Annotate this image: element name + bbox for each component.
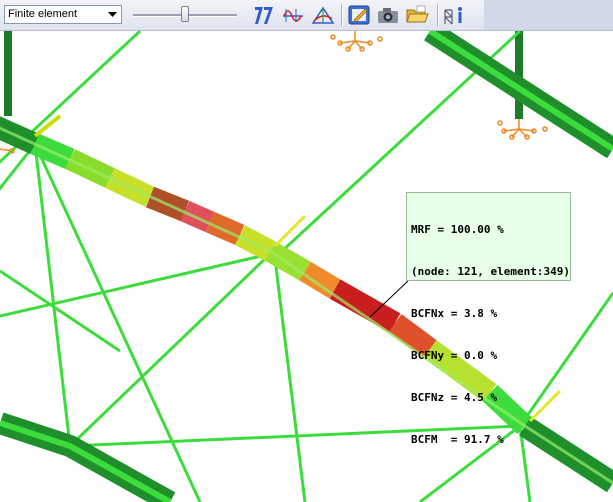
chevron-down-icon[interactable] bbox=[105, 7, 120, 22]
bracing-member[interactable] bbox=[273, 214, 307, 248]
deformation-button[interactable] bbox=[311, 3, 335, 27]
view-mode-select[interactable]: Finite element bbox=[4, 5, 122, 24]
tooltip-node-element: (node: 121, element:349) bbox=[411, 265, 570, 278]
slider-thumb[interactable] bbox=[181, 6, 189, 22]
tooltip-bcfnx: BCFNx = 3.8 % bbox=[411, 307, 498, 320]
diagram-results-icon bbox=[283, 9, 303, 22]
edit-result-icon bbox=[348, 5, 370, 25]
support-icon bbox=[0, 148, 15, 154]
support-icon bbox=[497, 119, 548, 140]
diagram-results-button[interactable] bbox=[281, 3, 305, 27]
support-icon bbox=[330, 31, 383, 52]
bracing-member[interactable] bbox=[0, 252, 271, 318]
tooltip-bcfm: BCFM = 91.7 % bbox=[411, 433, 504, 446]
section-sizes-icon bbox=[255, 7, 273, 24]
bracing-member[interactable] bbox=[33, 143, 72, 447]
camera-icon bbox=[378, 8, 398, 23]
scale-slider[interactable] bbox=[133, 4, 237, 26]
toolbar: Finite element bbox=[0, 0, 613, 31]
toolbar-empty-area bbox=[484, 0, 613, 30]
tooltip-mrf: MRF = 100.00 % bbox=[411, 223, 504, 236]
view-mode-select-value: Finite element bbox=[8, 8, 78, 20]
result-tooltip: MRF = 100.00 % (node: 121, element:349) … bbox=[406, 192, 571, 446]
structure-info-button[interactable] bbox=[443, 3, 467, 27]
structure-info-icon bbox=[444, 7, 462, 25]
bracing-member[interactable] bbox=[273, 258, 307, 502]
tooltip-bcfny: BCFNy = 0.0 % bbox=[411, 349, 498, 362]
deformation-icon bbox=[311, 6, 335, 24]
toolbar-separator bbox=[437, 4, 439, 26]
section-sizes-button[interactable] bbox=[252, 3, 276, 27]
camera-button[interactable] bbox=[376, 3, 400, 27]
open-folder-icon bbox=[406, 5, 429, 23]
toolbar-separator bbox=[341, 4, 343, 26]
tooltip-bcfnz: BCFNz = 4.5 % bbox=[411, 391, 498, 404]
edit-result-button[interactable] bbox=[347, 3, 371, 27]
open-folder-button[interactable] bbox=[405, 3, 429, 27]
